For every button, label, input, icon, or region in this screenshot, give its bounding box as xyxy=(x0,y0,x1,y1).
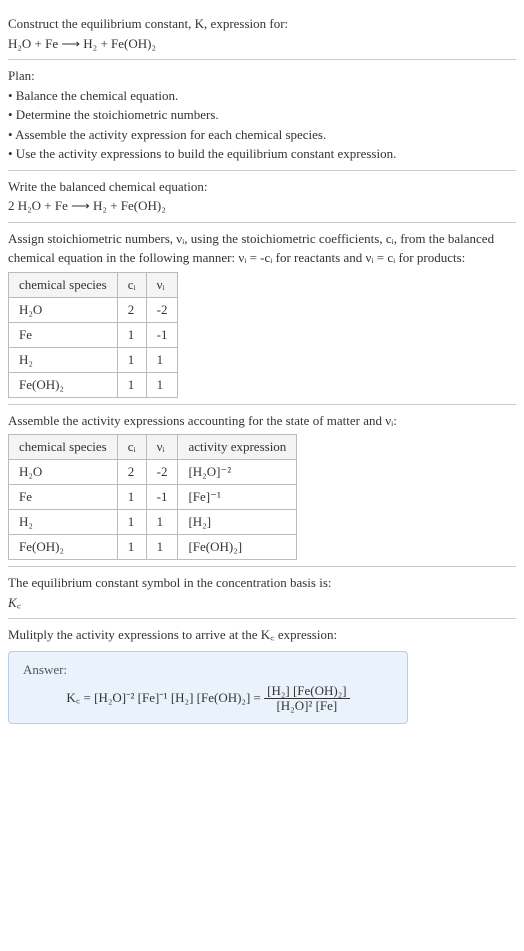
stoich-table: chemical species cᵢ νᵢ H₂O 2 -2 Fe 1 -1 … xyxy=(8,272,178,398)
cell-species: H₂ xyxy=(9,347,118,372)
activity-table: chemical species cᵢ νᵢ activity expressi… xyxy=(8,434,297,560)
cell-species: H₂O xyxy=(9,460,118,485)
balanced-section: Write the balanced chemical equation: 2 … xyxy=(8,171,516,223)
col-activity: activity expression xyxy=(178,435,297,460)
plan-section: Plan: • Balance the chemical equation. •… xyxy=(8,60,516,171)
col-ci: cᵢ xyxy=(117,435,146,460)
table-row: Fe 1 -1 [Fe]⁻¹ xyxy=(9,485,297,510)
table-row: Fe(OH)₂ 1 1 xyxy=(9,372,178,397)
cell-vi: -1 xyxy=(146,485,178,510)
plan-bullet-3: • Assemble the activity expression for e… xyxy=(8,125,516,145)
table-header-row: chemical species cᵢ νᵢ xyxy=(9,272,178,297)
cell-species: Fe xyxy=(9,322,118,347)
cell-vi: -1 xyxy=(146,322,178,347)
cell-ci: 1 xyxy=(117,535,146,560)
cell-vi: -2 xyxy=(146,297,178,322)
prompt-section: Construct the equilibrium constant, K, e… xyxy=(8,8,516,60)
cell-activity: [H₂O]⁻² xyxy=(178,460,297,485)
symbol-section: The equilibrium constant symbol in the c… xyxy=(8,567,516,619)
table-row: H₂O 2 -2 xyxy=(9,297,178,322)
cell-vi: 1 xyxy=(146,372,178,397)
col-species: chemical species xyxy=(9,272,118,297)
answer-fraction: [H₂] [Fe(OH)₂] [H₂O]² [Fe] xyxy=(264,684,349,714)
cell-species: H₂ xyxy=(9,510,118,535)
answer-expression: K꜀ = [H₂O]⁻² [Fe]⁻¹ [H₂] [Fe(OH)₂] = [H₂… xyxy=(23,684,393,714)
fraction-denominator: [H₂O]² [Fe] xyxy=(264,699,349,713)
col-vi: νᵢ xyxy=(146,272,178,297)
cell-species: Fe(OH)₂ xyxy=(9,372,118,397)
cell-ci: 1 xyxy=(117,510,146,535)
prompt-text: Construct the equilibrium constant, K, e… xyxy=(8,14,516,34)
cell-vi: 1 xyxy=(146,510,178,535)
col-vi: νᵢ xyxy=(146,435,178,460)
balanced-prompt: Write the balanced chemical equation: xyxy=(8,177,516,197)
table-row: H₂ 1 1 xyxy=(9,347,178,372)
answer-box: Answer: K꜀ = [H₂O]⁻² [Fe]⁻¹ [H₂] [Fe(OH)… xyxy=(8,651,408,725)
table-row: Fe(OH)₂ 1 1 [Fe(OH)₂] xyxy=(9,535,297,560)
cell-ci: 2 xyxy=(117,460,146,485)
plan-title: Plan: xyxy=(8,66,516,86)
plan-bullet-4: • Use the activity expressions to build … xyxy=(8,144,516,164)
table-header-row: chemical species cᵢ νᵢ activity expressi… xyxy=(9,435,297,460)
initial-equation: H₂O + Fe ⟶ H₂ + Fe(OH)₂ xyxy=(8,34,516,54)
plan-bullet-1: • Balance the chemical equation. xyxy=(8,86,516,106)
cell-vi: -2 xyxy=(146,460,178,485)
multiply-section: Mulitply the activity expressions to arr… xyxy=(8,619,516,730)
plan-bullet-2: • Determine the stoichiometric numbers. xyxy=(8,105,516,125)
cell-vi: 1 xyxy=(146,347,178,372)
table-row: H₂O 2 -2 [H₂O]⁻² xyxy=(9,460,297,485)
col-ci: cᵢ xyxy=(117,272,146,297)
answer-lhs: K꜀ = [H₂O]⁻² [Fe]⁻¹ [H₂] [Fe(OH)₂] = xyxy=(66,689,264,704)
cell-ci: 1 xyxy=(117,372,146,397)
activity-section: Assemble the activity expressions accoun… xyxy=(8,405,516,568)
cell-ci: 1 xyxy=(117,485,146,510)
kc-symbol: K꜀ xyxy=(8,593,516,613)
cell-species: H₂O xyxy=(9,297,118,322)
answer-label: Answer: xyxy=(23,662,393,678)
multiply-text: Mulitply the activity expressions to arr… xyxy=(8,625,516,645)
cell-ci: 2 xyxy=(117,297,146,322)
cell-activity: [H₂] xyxy=(178,510,297,535)
cell-species: Fe xyxy=(9,485,118,510)
col-species: chemical species xyxy=(9,435,118,460)
cell-ci: 1 xyxy=(117,347,146,372)
table-row: Fe 1 -1 xyxy=(9,322,178,347)
cell-vi: 1 xyxy=(146,535,178,560)
stoich-intro: Assign stoichiometric numbers, νᵢ, using… xyxy=(8,229,516,268)
table-row: H₂ 1 1 [H₂] xyxy=(9,510,297,535)
balanced-equation: 2 H₂O + Fe ⟶ H₂ + Fe(OH)₂ xyxy=(8,196,516,216)
cell-species: Fe(OH)₂ xyxy=(9,535,118,560)
stoich-section: Assign stoichiometric numbers, νᵢ, using… xyxy=(8,223,516,405)
fraction-numerator: [H₂] [Fe(OH)₂] xyxy=(264,684,349,699)
cell-ci: 1 xyxy=(117,322,146,347)
cell-activity: [Fe]⁻¹ xyxy=(178,485,297,510)
cell-activity: [Fe(OH)₂] xyxy=(178,535,297,560)
activity-intro: Assemble the activity expressions accoun… xyxy=(8,411,516,431)
symbol-text: The equilibrium constant symbol in the c… xyxy=(8,573,516,593)
